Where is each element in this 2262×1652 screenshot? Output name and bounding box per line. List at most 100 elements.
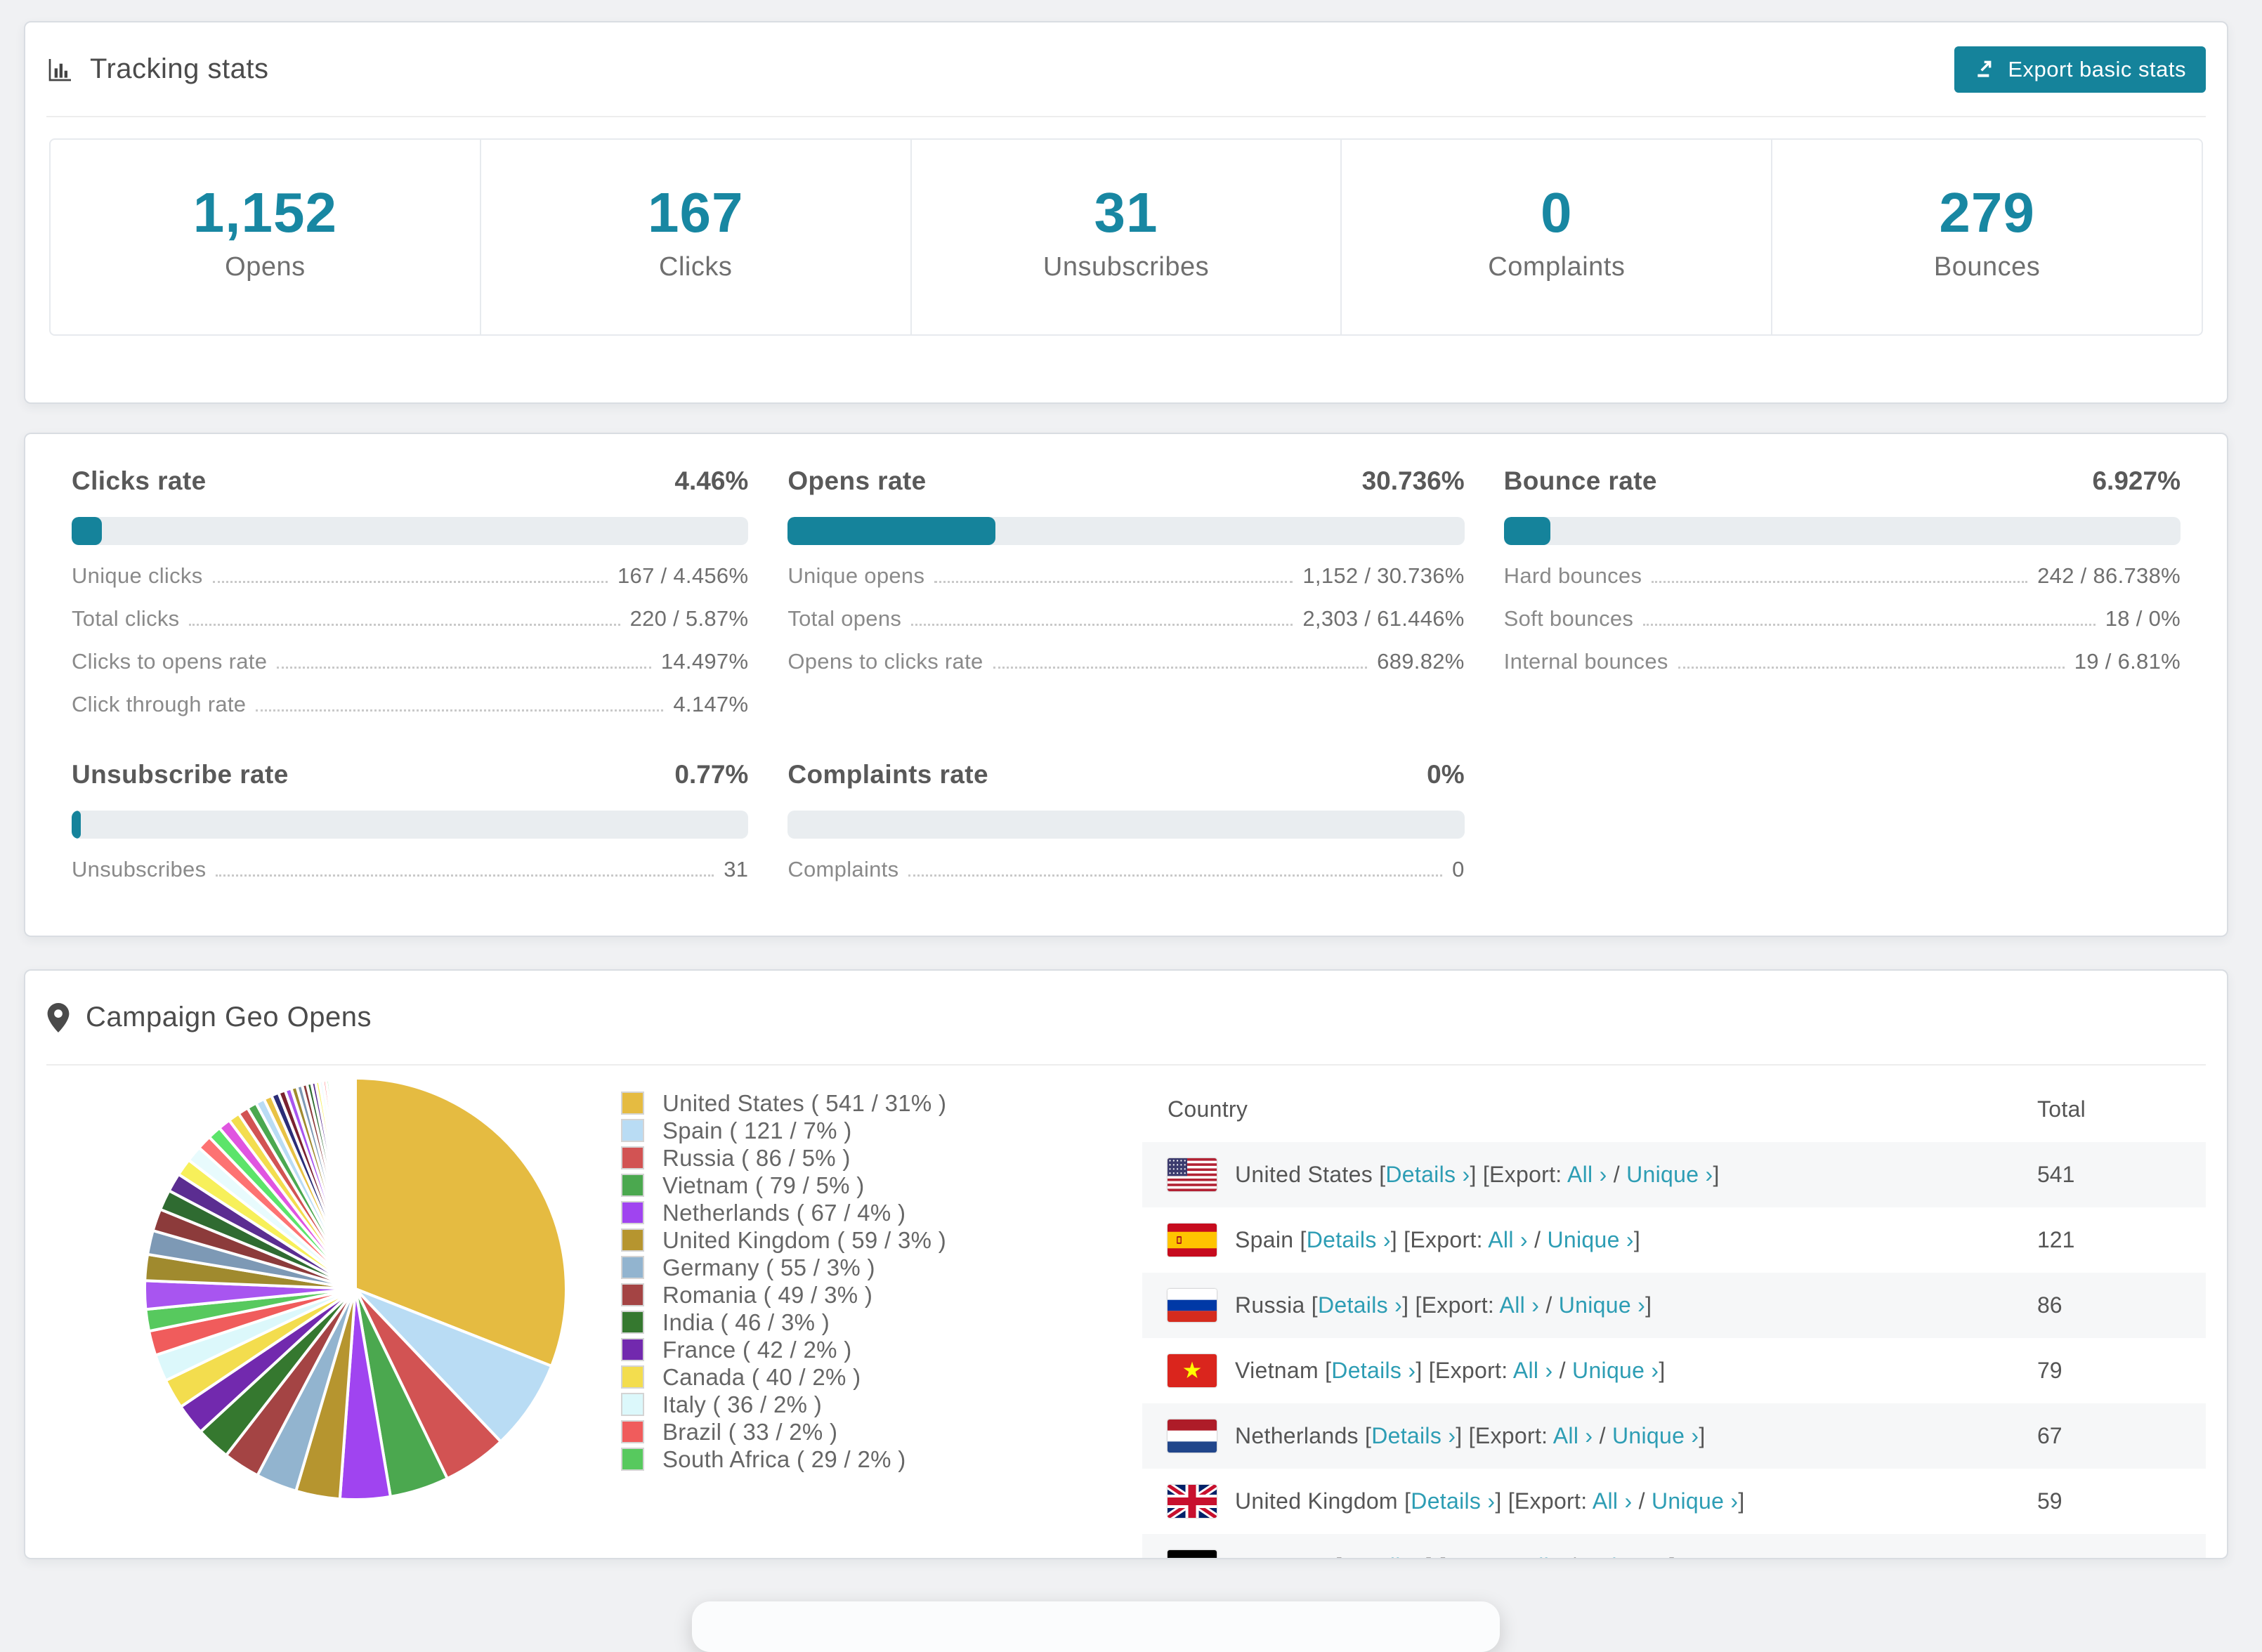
legend-item-south-africa[interactable]: South Africa ( 29 / 2% ) [621,1446,946,1473]
export-all-link[interactable]: All › [1593,1488,1633,1514]
country-cell-text: Germany [Details ›] [Export: All › / Uni… [1235,1554,1675,1558]
stat-line-label: Unsubscribes [72,857,207,882]
legend-item-united-states[interactable]: United States ( 541 / 31% ) [621,1089,946,1117]
legend-color-swatch [621,1393,644,1416]
country-name: Russia [ [1235,1292,1318,1318]
stat-line-value: 220 / 5.87% [629,606,749,631]
summary-stat-opens: 1,152 Opens [51,140,481,334]
progress-bar [72,517,749,545]
legend-item-united-kingdom[interactable]: United Kingdom ( 59 / 3% ) [621,1226,946,1254]
legend-item-spain[interactable]: Spain ( 121 / 7% ) [621,1117,946,1144]
rate-section-value: 0.77% [674,760,749,789]
export-unique-link[interactable]: Unique › [1583,1554,1669,1558]
legend-item-italy[interactable]: Italy ( 36 / 2% ) [621,1391,946,1418]
link-separator: / [1539,1292,1559,1318]
summary-stat-complaints: 0 Complaints [1342,140,1773,334]
rate-section-title: Opens rate [787,466,927,495]
export-all-link[interactable]: All › [1524,1554,1564,1558]
country-total-value: 86 [2037,1273,2206,1338]
legend-color-swatch [621,1420,644,1443]
details-link[interactable]: Details › [1385,1162,1470,1187]
export-all-link[interactable]: All › [1488,1227,1528,1252]
bar-chart-icon [46,55,74,84]
stat-line-label: Opens to clicks rate [787,649,983,674]
stat-line: Clicks to opens rate 14.497% [72,650,748,674]
pie-legend: United States ( 541 / 31% ) Spain ( 121 … [621,1089,946,1558]
export-all-link[interactable]: All › [1553,1423,1593,1448]
legend-item-label: Russia ( 86 / 5% ) [662,1144,851,1171]
rates-card: Clicks rate 4.46% Unique clicks 167 / 4.… [24,433,2228,937]
legend-color-swatch [621,1338,644,1361]
rate-section-complaints: Complaints rate 0% Complaints 0 [787,760,1465,882]
summary-stat-label: Bounces [1933,252,2041,282]
dotted-leader [908,874,1443,877]
export-all-link[interactable]: All › [1513,1358,1553,1383]
country-row-vn: Vietnam [Details ›] [Export: All › / Uni… [1142,1338,2206,1403]
summary-stats-row: 1,152 Opens 167 Clicks 31 Unsubscribes 0… [49,138,2203,336]
stat-line-label: Clicks to opens rate [72,649,268,674]
legend-item-canada[interactable]: Canada ( 40 / 2% ) [621,1363,946,1391]
legend-item-label: Netherlands ( 67 / 4% ) [662,1199,906,1226]
country-cell-text: United States [Details ›] [Export: All ›… [1235,1162,1720,1188]
stat-line: Total clicks 220 / 5.87% [72,606,749,631]
progress-bar [787,517,1465,545]
bracket-close: ] [1699,1423,1706,1448]
legend-item-france[interactable]: France ( 42 / 2% ) [621,1336,946,1363]
country-total-value: 55 [2037,1534,2206,1558]
details-link[interactable]: Details › [1307,1227,1391,1252]
export-all-link[interactable]: All › [1500,1292,1540,1318]
campaign-geo-opens-card: Campaign Geo Opens United States ( 541 /… [24,969,2228,1559]
export-prefix: ] [Export: [1495,1488,1593,1514]
legend-item-russia[interactable]: Russia ( 86 / 5% ) [621,1144,946,1172]
details-link[interactable]: Details › [1331,1358,1416,1383]
dotted-leader [277,667,651,669]
tracking-stats-card: Tracking stats Export basic stats 1,152 … [24,21,2228,404]
dotted-leader [911,624,1293,627]
export-basic-stats-button[interactable]: Export basic stats [1954,46,2206,93]
legend-item-germany[interactable]: Germany ( 55 / 3% ) [621,1254,946,1281]
export-unique-link[interactable]: Unique › [1572,1358,1659,1383]
stat-line-label: Hard bounces [1503,563,1642,588]
export-prefix: ] [Export: [1390,1227,1489,1252]
stat-line: Internal bounces 19 / 6.81% [1504,650,2181,674]
country-row-nl: Netherlands [Details ›] [Export: All › /… [1142,1403,2206,1469]
details-link[interactable]: Details › [1342,1554,1426,1558]
legend-item-brazil[interactable]: Brazil ( 33 / 2% ) [621,1418,946,1446]
country-name: United Kingdom [ [1235,1488,1411,1514]
stat-line: Opens to clicks rate 689.82% [787,650,1464,674]
stat-line-value: 31 [724,857,749,882]
stat-line-value: 0 [1452,857,1465,882]
legend-item-label: India ( 46 / 3% ) [662,1309,830,1335]
rate-section-value: 6.927% [2092,466,2181,495]
legend-item-netherlands[interactable]: Netherlands ( 67 / 4% ) [621,1199,946,1226]
link-separator: / [1632,1488,1652,1514]
details-link[interactable]: Details › [1318,1292,1402,1318]
dotted-leader [256,709,664,712]
geo-pie-chart[interactable] [136,1070,575,1558]
details-link[interactable]: Details › [1371,1423,1456,1448]
country-cell-text: Spain [Details ›] [Export: All › / Uniqu… [1235,1227,1640,1253]
export-all-link[interactable]: All › [1567,1162,1607,1187]
progress-bar [1503,517,2181,545]
legend-item-romania[interactable]: Romania ( 49 / 3% ) [621,1281,946,1309]
legend-color-swatch [621,1311,644,1334]
export-prefix: ] [Export: [1470,1162,1567,1187]
country-name: Germany [ [1235,1554,1342,1558]
export-unique-link[interactable]: Unique › [1652,1488,1738,1514]
export-unique-link[interactable]: Unique › [1559,1292,1645,1318]
export-unique-link[interactable]: Unique › [1626,1162,1713,1187]
legend-color-swatch [621,1201,644,1224]
legend-item-label: France ( 42 / 2% ) [662,1336,852,1363]
export-unique-link[interactable]: Unique › [1547,1227,1633,1252]
rate-section-value: 4.46% [674,466,749,495]
link-separator: / [1593,1423,1612,1448]
legend-item-india[interactable]: India ( 46 / 3% ) [621,1309,946,1336]
country-cell-text: Vietnam [Details ›] [Export: All › / Uni… [1235,1358,1666,1384]
country-row-es: Spain [Details ›] [Export: All › / Uniqu… [1142,1207,2206,1273]
country-total-value: 121 [2037,1227,2075,1252]
export-unique-link[interactable]: Unique › [1612,1423,1699,1448]
country-name: United States [ [1235,1162,1386,1187]
details-link[interactable]: Details › [1411,1488,1495,1514]
country-flag-icon [1168,1158,1217,1191]
legend-item-vietnam[interactable]: Vietnam ( 79 / 5% ) [621,1172,946,1199]
